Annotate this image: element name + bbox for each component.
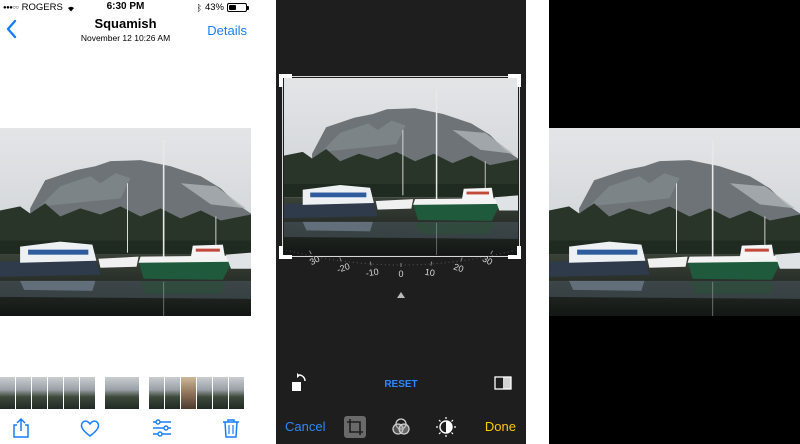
thumbnail[interactable] [197,377,212,409]
fullscreen-photo-screen [549,0,800,444]
battery-percent: 43% [204,2,224,13]
light-adjust-icon[interactable] [435,416,457,438]
thumbnail[interactable] [149,377,164,409]
crop-handle-top-right[interactable] [508,74,521,87]
thumbnail[interactable] [16,377,31,409]
dial-tick-mark [430,261,433,266]
bluetooth-icon: ᛒ [196,2,202,13]
cancel-button[interactable]: Cancel [285,419,325,434]
crop-handle-top-left[interactable] [279,74,292,87]
thumbnail[interactable] [64,377,79,409]
filters-icon[interactable] [390,416,412,438]
heart-icon[interactable] [79,417,101,439]
adjust-sliders-icon[interactable] [151,417,173,439]
reset-button[interactable]: RESET [276,379,526,390]
dial-tick-label: -10 [365,266,379,278]
thumbnail[interactable] [213,377,228,409]
thumbnail[interactable] [181,377,196,409]
edit-toolbar: Cancel Done [276,410,526,444]
thumbnail[interactable] [80,377,95,409]
bottom-toolbar [0,412,251,444]
battery-level-fill [229,5,236,10]
navigation-bar: Squamish November 12 10:26 AM Details [0,15,251,49]
dial-tick-mark [369,261,372,266]
photo-viewer-screen: ●●●○○ ROGERS 6:30 PM ᛒ 43% Squamish Nove… [0,0,251,444]
dial-tick-label: 10 [424,267,436,278]
dial-tick-mark [339,257,342,262]
status-bar: ●●●○○ ROGERS 6:30 PM ᛒ 43% [0,0,251,15]
photo-filmstrip[interactable] [0,377,251,409]
dial-tick-mark [490,250,494,255]
thumbnail[interactable] [48,377,63,409]
details-button[interactable]: Details [207,23,247,38]
thumbnail-selected[interactable] [105,377,139,409]
straighten-dial[interactable]: 30 -20 -10 0 10 20 30 [276,250,526,310]
dial-pointer-icon [397,292,405,298]
crop-frame[interactable] [282,76,520,257]
aspect-ratio-icon[interactable] [494,376,512,390]
thumbnail[interactable] [32,377,47,409]
crop-rotate-icon[interactable] [344,416,366,438]
crop-editor-screen: 30 -20 -10 0 10 20 30 RESET Cancel Done [276,0,526,444]
dial-tick-label: 20 [452,262,465,275]
dial-tick-mark [308,250,312,255]
dial-tick-mark [460,257,463,262]
dial-tick-label: -20 [336,261,352,275]
share-icon[interactable] [10,417,32,439]
trash-icon[interactable] [220,417,242,439]
thumbnail[interactable] [0,377,15,409]
cropped-photo[interactable] [549,128,800,316]
battery-icon [227,3,249,12]
main-photo[interactable] [0,128,251,316]
done-button[interactable]: Done [485,419,516,434]
thumbnail[interactable] [165,377,180,409]
dial-tick-label: 0 [398,269,403,279]
thumbnail[interactable] [229,377,244,409]
